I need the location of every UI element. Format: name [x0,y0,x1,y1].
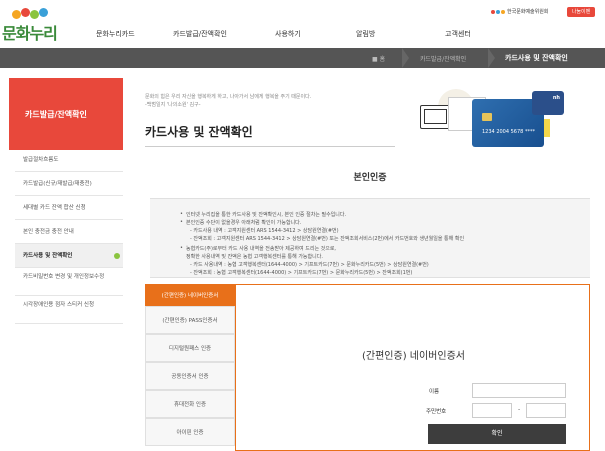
auth-heading: (간편인증) 네이버인증서 [362,351,465,362]
sidebar-item-card-issue[interactable]: 카드발급(신규/재발급/재충전) [15,172,123,196]
event-badge[interactable]: 나눔이벤 [567,7,595,17]
tab-mobile-phone[interactable]: 휴대전화 인증 [145,390,235,418]
notice-line: - 카드 사용내역 : 농협 고객행복센터(1644-4000) > 기프트카드… [190,262,429,268]
breadcrumb-home-label: 홈 [379,56,386,63]
home-icon: ■ [372,56,378,63]
tab-digital-onepass[interactable]: 디지털원패스 인증 [145,334,235,362]
sidebar-title: 카드발급/잔액확인 [25,110,87,119]
breadcrumb-separator [402,48,409,68]
notice-line: - 잔액조회 : 농협 고객행복센터(1644-4000) > 기프트카드(7번… [190,270,413,276]
site-logo[interactable]: 문화누리 [2,8,62,43]
sidebar-item-household-merge[interactable]: 세대별 카드 잔액 합산 신청 [15,196,123,220]
sidebar-item-usage-balance[interactable]: 카드사용 및 잔액확인 [15,244,123,268]
confirm-button[interactable]: 확인 [428,424,566,444]
card-illustration: 1234 2004 5678 **** nh [412,89,572,155]
nav-item-culture-card[interactable]: 문화누리카드 [96,29,135,39]
sidebar-item-self-charge[interactable]: 본인 충전금 충전 안내 [15,220,123,244]
name-input[interactable] [472,383,566,398]
top-right-logos: 한국문화예술위원회 나눔이벤 [491,7,597,20]
intro-line: -백범일지 '나의소원' 김구- [145,102,201,108]
notice-line: 인터넷 누리집을 통한 카드사용 및 잔액확인시, 본인 인증 절차는 필수입니… [180,211,346,218]
breadcrumb-separator [488,48,495,68]
sidebar-item-issue-flow[interactable]: 발급절차흐름도 [15,148,123,172]
rrn-back-input[interactable] [526,403,566,418]
auth-panel: (간편인증) 네이버인증서 이름 주민번호 - 확인 [235,284,590,451]
logo-text: 문화누리 [2,24,58,43]
intro-line: 문화의 힘은 우리 자신을 행복하게 하고, 나아가서 남에게 행복을 주기 때… [145,94,312,100]
sidebar-item-password-change[interactable]: 카드비밀번호 변경 및 개인정보수정 [15,268,123,296]
logo-mark [12,8,54,20]
notice-line: 본인인증 수단이 없을경우 아래처럼 확인이 가능합니다. [180,219,301,226]
rrn-label: 주민번호 [426,409,447,415]
tab-pass-cert[interactable]: (간편인증) PASS인증서 [145,306,235,334]
name-label: 이름 [429,389,440,395]
nav-item-usage[interactable]: 사용하기 [275,29,301,39]
notice-box: 인터넷 누리집을 통한 카드사용 및 잔액확인시, 본인 인증 절차는 필수입니… [150,198,590,278]
section-title: 본인인증 [353,173,387,183]
rrn-front-input[interactable] [472,403,512,418]
sidebar-item-braille-sticker[interactable]: 시각장애인용 점자 스티커 신청 [15,296,123,324]
sidebar: 카드발급/잔액확인 발급절차흐름도 카드발급(신규/재발급/재충전) 세대별 카… [0,68,123,451]
breadcrumb: ■ 홈 카드발급/잔액확인 카드사용 및 잔액확인 [0,48,605,68]
title-divider [145,146,395,147]
small-card-image: nh [532,91,564,115]
nav-item-support[interactable]: 고객센터 [445,29,471,39]
rrn-dash: - [518,406,521,413]
org-name: 한국문화예술위원회 [507,9,549,15]
site-header: 문화누리 문화누리카드 카드발급/잔액확인 사용하기 알림방 고객센터 한국문화… [0,0,605,48]
intro-quote: 문화의 힘은 우리 자신을 행복하게 하고, 나아가서 남에게 행복을 주기 때… [145,93,311,109]
nav-item-card-issue[interactable]: 카드발급/잔액확인 [173,29,227,39]
notice-line: 정확한 사용내역 및 잔액은 농협 고객행복센터를 통해 가능합니다. [186,254,323,260]
notice-line: 농협카드(주)로부터 카드 사용 내역을 전송받아 제공하여 드리는 것으로, [180,245,336,252]
sidebar-item-label: 카드사용 및 잔액확인 [23,253,73,259]
auth-method-tabs: (간편인증) 네이버인증서 (간편인증) PASS인증서 디지털원패스 인증 공… [145,284,235,451]
tab-naver-cert[interactable]: (간편인증) 네이버인증서 [145,284,235,306]
tab-ipin[interactable]: 아이핀 인증 [145,418,235,446]
card-chip-icon [482,113,492,121]
breadcrumb-parent[interactable]: 카드발급/잔액확인 [420,54,466,63]
notice-line: - 카드사용 내역 : 고객지원센터 ARS 1544-3412 > 상담원연결… [190,228,339,234]
active-indicator-icon [114,252,120,259]
card-number: 1234 2004 5678 **** [482,129,535,135]
card-brand-logo: nh [552,95,560,101]
sidebar-title-box: 카드발급/잔액확인 [9,78,123,150]
tab-joint-cert[interactable]: 공동인증서 인증 [145,362,235,390]
notice-line: - 잔액조회 : 고객지원센터 ARS 1544-3412 > 상담원연결(#번… [190,236,465,242]
nav-item-notice[interactable]: 알림방 [356,29,375,39]
breadcrumb-current: 카드사용 및 잔액확인 [505,54,568,62]
page-title: 카드사용 및 잔액확인 [145,125,253,139]
arko-logo-icon [491,8,505,16]
auth-area: (간편인증) 네이버인증서 (간편인증) PASS인증서 디지털원패스 인증 공… [145,284,590,451]
breadcrumb-home[interactable]: ■ 홈 [372,54,385,63]
